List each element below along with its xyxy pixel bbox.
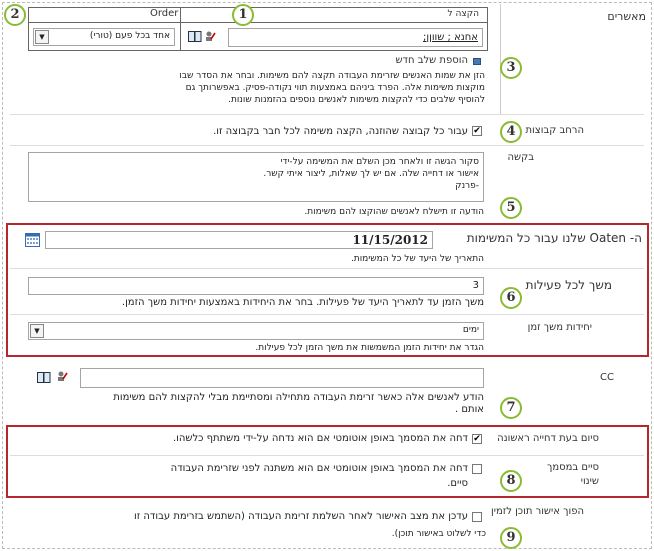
- cc-input[interactable]: [80, 368, 484, 388]
- duration-label: משך לכל פעילות: [525, 278, 612, 292]
- expand-groups-checkbox[interactable]: ✔: [472, 126, 482, 136]
- approvers-label: מאשרים: [607, 10, 646, 23]
- add-stage-icon[interactable]: [473, 58, 481, 65]
- content-approval-option-2: כדי לשלוט באישור תוכן).: [391, 529, 486, 539]
- check-names-icon[interactable]: [204, 30, 216, 42]
- label-column-divider: [500, 4, 501, 114]
- end-first-reject-label: סיום בעת דחייה ראשונה: [497, 433, 599, 444]
- duration-value: 3: [472, 280, 479, 291]
- duration-units-value: ימים: [462, 325, 479, 335]
- chevron-down-icon[interactable]: ▼: [30, 324, 44, 338]
- assign-to-header: הקצה ל: [447, 9, 479, 19]
- separator: [10, 314, 644, 315]
- request-label: בקשה: [507, 152, 535, 163]
- callout-4: 4: [500, 121, 522, 143]
- chevron-down-icon[interactable]: ▼: [35, 30, 49, 44]
- cc-hint: הודע לאנשים אלה כאשר זרימת העבודה מתחילה…: [113, 392, 484, 415]
- end-doc-change-option-2: סיים.: [447, 478, 468, 489]
- callout-8: 8: [500, 470, 522, 492]
- approvers-table-header-line: [28, 22, 488, 23]
- duration-units-hint: הגדר את יחידות הזמן המשמשות את משך הזמן …: [255, 343, 484, 353]
- duration-units-select[interactable]: ימים ▼: [28, 322, 484, 340]
- calendar-icon[interactable]: [25, 233, 40, 247]
- request-textarea[interactable]: סקור הגשה זו ולאחר מכן השלם את המשימה על…: [28, 152, 484, 202]
- content-approval-checkbox[interactable]: [472, 512, 482, 522]
- expand-groups-option: עבור כל קבוצה שהוזנה, הקצה משימה לכל חבר…: [213, 126, 468, 137]
- callout-9: 9: [500, 527, 522, 549]
- check-names-icon[interactable]: [56, 370, 68, 382]
- content-approval-option: עדכן את מצב האישור לאחר השלמת זרימת העבו…: [134, 511, 468, 522]
- content-approval-label: הפוך אישור תוכן לזמין: [491, 506, 584, 517]
- duration-input[interactable]: 3: [28, 277, 484, 295]
- end-doc-change-checkbox[interactable]: [472, 464, 482, 474]
- end-doc-change-label-2: שינוי: [580, 476, 599, 487]
- request-hint: הודעה זו תישלח לאנשים שהוקצו להם משימות.: [304, 207, 484, 217]
- address-book-icon[interactable]: [37, 372, 51, 383]
- callout-3: 3: [500, 57, 522, 79]
- due-date-input[interactable]: 11/15/2012: [45, 231, 433, 249]
- due-date-label: ה- Oaten שלנו עבור כל המשימות: [466, 231, 642, 245]
- callout-7: 7: [500, 397, 522, 419]
- order-select-value: אחד בכל פעם (טורי): [89, 31, 170, 41]
- separator: [10, 268, 644, 269]
- due-date-hint: התאריך של היעד של כל המשימות.: [350, 254, 484, 264]
- callout-6: 6: [500, 287, 522, 309]
- address-book-icon[interactable]: [188, 31, 202, 42]
- assign-to-input[interactable]: אחנא ; שווןן;: [228, 28, 483, 47]
- cc-label: CC: [600, 372, 614, 383]
- callout-2: 2: [4, 4, 26, 26]
- duration-units-label: יחידות משך זמן: [527, 322, 592, 333]
- approvers-table-divider: [180, 7, 181, 51]
- duration-hint: משך הזמן עד לתאריך היעד של פעילות. בחר א…: [121, 297, 484, 308]
- assigned-person: אחנא ; שווןן;: [423, 32, 478, 43]
- end-doc-change-option: דחה את המסמך באופן אוטומטי אם הוא משתנה …: [170, 463, 468, 474]
- separator: [10, 145, 644, 146]
- end-first-reject-option: דחה את המסמך באופן אוטומטי אם הוא נדחה ע…: [172, 433, 468, 444]
- order-header: Order: [150, 8, 179, 19]
- separator: [10, 114, 644, 115]
- due-date-value: 11/15/2012: [352, 233, 428, 247]
- expand-groups-label: הרחב קבוצות: [525, 125, 584, 136]
- callout-5: 5: [500, 197, 522, 219]
- order-select[interactable]: אחד בכל פעם (טורי) ▼: [33, 28, 175, 46]
- add-stage-description: הזן את שמות האנשים שזרימת העבודה תקצה לה…: [179, 71, 485, 105]
- end-doc-change-label: סיים במסמך: [546, 462, 599, 473]
- request-text: סקור הגשה זו ולאחר מכן השלם את המשימה על…: [263, 157, 479, 191]
- separator: [10, 455, 644, 456]
- callout-1: 1: [232, 4, 254, 26]
- add-stage-link[interactable]: הוספת שלב חדש: [395, 55, 468, 66]
- end-first-reject-checkbox[interactable]: ✔: [472, 434, 482, 444]
